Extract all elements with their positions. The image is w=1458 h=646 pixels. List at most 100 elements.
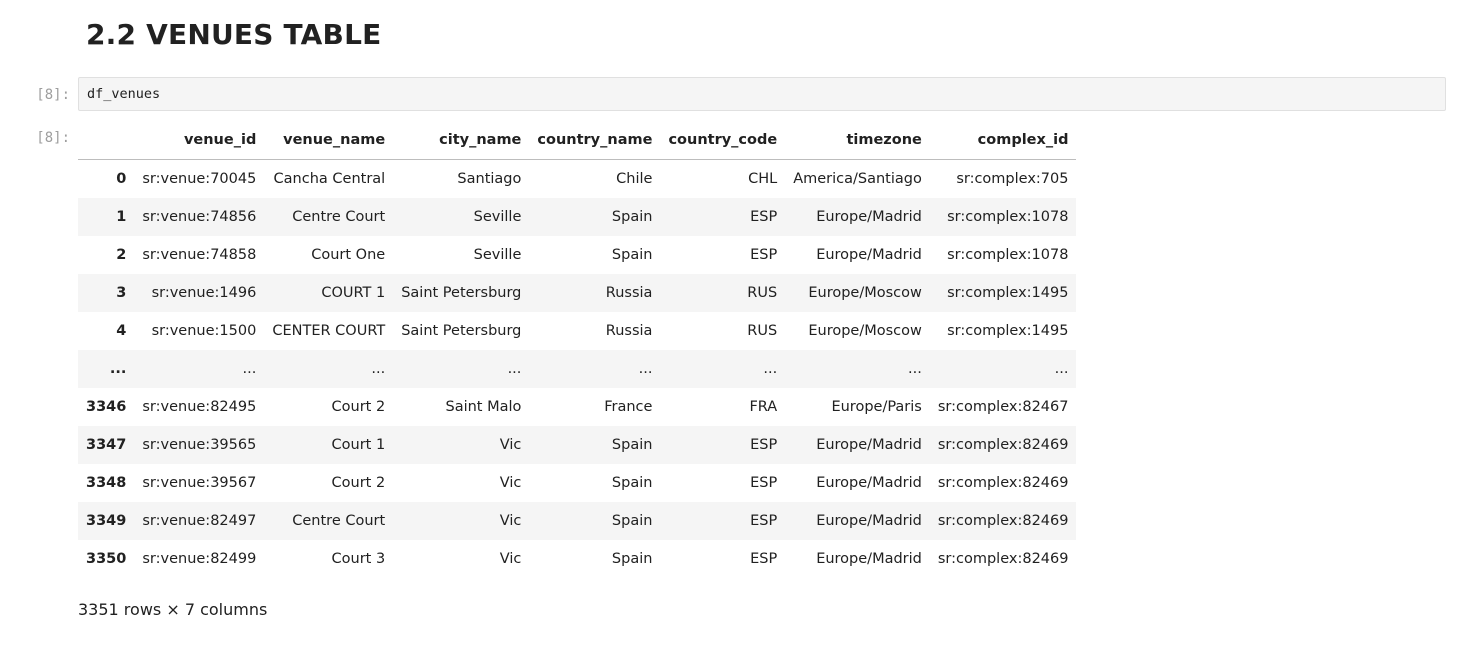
table-cell: ... (371, 361, 386, 377)
code-input-cell[interactable]: df_venues (78, 77, 1446, 111)
row-index: 3350 (86, 551, 127, 567)
column-header: venue_name (264, 121, 394, 160)
table-cell: sr:venue:39567 (142, 475, 257, 491)
table-cell: sr:complex:1078 (947, 247, 1069, 263)
table-row: 4 sr:venue:1500 CENTER COURT Saint Petersbu… (78, 312, 1077, 350)
table-cell: sr:venue:1500 (151, 323, 257, 339)
row-index: 1 (116, 209, 127, 225)
column-header: complex_id (929, 121, 1077, 160)
table-header-row: venue_id venue_name city_name country_name c… (78, 121, 1077, 160)
table-cell: Russia (605, 285, 653, 301)
table-cell: sr:complex:82469 (937, 551, 1069, 567)
table-cell: Europe/Madrid (816, 475, 922, 491)
table-cell: ESP (750, 475, 778, 491)
table-cell: Vic (499, 437, 522, 453)
table-cell: Spain (611, 551, 653, 567)
table-cell: Saint Petersburg (401, 323, 522, 339)
table-cell: Europe/Moscow (808, 285, 922, 301)
table-cell: CHL (748, 171, 778, 187)
table-cell: Centre Court (292, 513, 386, 529)
table-cell: sr:complex:705 (956, 171, 1069, 187)
table-cell: RUS (747, 323, 778, 339)
row-index: 4 (116, 323, 127, 339)
table-cell: ESP (750, 551, 778, 567)
table-row: 3 sr:venue:1496 COURT 1 Saint Petersburg Rus… (78, 274, 1077, 312)
input-prompt: [8]: (36, 87, 70, 103)
table-cell: ... (507, 361, 522, 377)
table-row: 3350 sr:venue:82499 Court 3 Vic Spain ESP Euro… (78, 540, 1077, 578)
row-index: 3 (116, 285, 127, 301)
table-row: 0 sr:venue:70045 Cancha Central Santiago Chi… (78, 159, 1077, 198)
table-cell: CENTER COURT (272, 323, 386, 339)
table-cell: ESP (750, 437, 778, 453)
table-cell: sr:complex:82467 (937, 399, 1069, 415)
table-row: 3349 sr:venue:82497 Centre Court Vic Spain ES… (78, 502, 1077, 540)
table-cell: France (604, 399, 653, 415)
table-cell: ... (638, 361, 653, 377)
table-cell: Europe/Madrid (816, 513, 922, 529)
table-cell: Russia (605, 323, 653, 339)
table-cell: sr:venue:1496 (151, 285, 257, 301)
column-header: country_name (529, 121, 661, 160)
table-row: 3348 sr:venue:39567 Court 2 Vic Spain ESP Euro… (78, 464, 1077, 502)
table-cell: Court 2 (331, 399, 386, 415)
table-cell: Europe/Madrid (816, 551, 922, 567)
table-cell: ESP (750, 209, 778, 225)
table-shape-summary: 3351 rows × 7 columns (78, 600, 268, 619)
table-cell: Europe/Moscow (808, 323, 922, 339)
table-cell: Cancha Central (273, 171, 386, 187)
table-cell: ... (763, 361, 778, 377)
column-header: city_name (393, 121, 530, 160)
table-cell: sr:venue:82497 (142, 513, 257, 529)
table-cell: Europe/Madrid (816, 209, 922, 225)
table-cell: COURT 1 (321, 285, 386, 301)
table-cell: sr:complex:1495 (947, 323, 1069, 339)
table-cell: sr:venue:74856 (142, 209, 257, 225)
table-cell: sr:venue:70045 (142, 171, 257, 187)
table-cell: Spain (611, 513, 653, 529)
table-cell: sr:venue:74858 (142, 247, 257, 263)
table-cell: sr:complex:82469 (937, 475, 1069, 491)
table-cell: Spain (611, 475, 653, 491)
table-cell: Seville (473, 209, 522, 225)
table-cell: ... (908, 361, 922, 377)
row-index: 0 (116, 171, 127, 187)
table-cell: FRA (749, 399, 778, 415)
table-cell: Saint Petersburg (401, 285, 522, 301)
table-cell: ESP (750, 513, 778, 529)
table-cell: Santiago (457, 171, 522, 187)
row-index: 3346 (86, 399, 127, 415)
table-cell: Seville (473, 247, 522, 263)
table-row: ........................ (78, 350, 1077, 388)
table-cell: sr:venue:39565 (142, 437, 257, 453)
table-cell: Europe/Madrid (816, 437, 922, 453)
table-cell: sr:venue:82499 (142, 551, 257, 567)
table-cell: sr:complex:1495 (947, 285, 1069, 301)
table-cell: ... (242, 361, 257, 377)
table-cell: Court 2 (331, 475, 386, 491)
table-cell: ESP (750, 247, 778, 263)
section-heading: 2.2 VENUES TABLE (86, 18, 382, 51)
table-cell: Centre Court (292, 209, 386, 225)
output-prompt: [8]: (36, 130, 70, 146)
table-cell: sr:venue:82495 (142, 399, 257, 415)
table-row: 2 sr:venue:74858 Court One Seville Spain ESP E… (78, 236, 1077, 274)
table-cell: Spain (611, 209, 653, 225)
table-cell: Vic (499, 551, 522, 567)
table-body: 0 sr:venue:70045 Cancha Central Santiago Chi… (78, 159, 1077, 578)
table-cell: Spain (611, 247, 653, 263)
table-cell: sr:complex:82469 (937, 437, 1069, 453)
table-cell: Saint Malo (445, 399, 522, 415)
dataframe-table: venue_id venue_name city_name country_name c… (78, 121, 1077, 578)
table-cell: Vic (499, 513, 522, 529)
row-index: 3348 (86, 475, 127, 491)
table-cell: Court 3 (331, 551, 386, 567)
column-header: venue_id (134, 121, 265, 160)
table-row: 3346 sr:venue:82495 Court 2 Saint Malo Franc… (78, 388, 1077, 426)
table-cell: Court One (311, 247, 386, 263)
table-cell: sr:complex:1078 (947, 209, 1069, 225)
index-header (78, 121, 135, 160)
table-cell: Court 1 (331, 437, 386, 453)
row-index: 3347 (86, 437, 127, 453)
row-index: 3349 (86, 513, 127, 529)
